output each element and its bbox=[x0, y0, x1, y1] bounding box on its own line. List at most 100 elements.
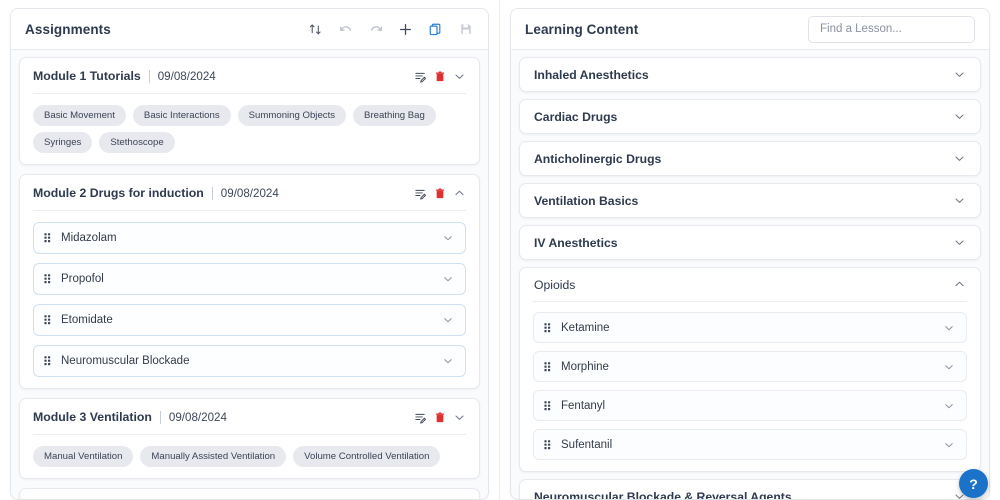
chevron-down-icon[interactable] bbox=[442, 355, 454, 367]
category-label: Anticholinergic Drugs bbox=[534, 151, 662, 166]
lesson-chip[interactable]: Basic Interactions bbox=[132, 105, 231, 126]
lesson-search-box[interactable] bbox=[808, 15, 975, 43]
chevron-down-icon[interactable] bbox=[953, 152, 966, 165]
module-card: Module 4 Intubation & Fentanyl09/08/2024 bbox=[19, 488, 480, 499]
category-header[interactable]: Cardiac Drugs bbox=[520, 100, 980, 133]
module-divider bbox=[211, 186, 213, 200]
chip-list: Basic Movement Basic Interactions Summonin… bbox=[33, 105, 466, 153]
assignments-panel: Assignments Module 1 Tutorials 09/08/202… bbox=[0, 0, 500, 500]
chevron-down-icon[interactable] bbox=[953, 236, 966, 249]
drag-handle-icon[interactable] bbox=[543, 322, 554, 334]
edit-list-icon[interactable] bbox=[414, 187, 427, 200]
module-divider bbox=[159, 410, 161, 424]
modules-list: Module 1 Tutorials 09/08/2024 Basic Moveme… bbox=[19, 57, 480, 499]
assignments-scroll[interactable]: Module 1 Tutorials 09/08/2024 Basic Moveme… bbox=[11, 50, 488, 499]
chip-list: Manual Ventilation Manually Assisted Vent… bbox=[33, 446, 466, 467]
lesson-chip[interactable]: Manually Assisted Ventilation bbox=[140, 446, 287, 467]
lesson-chip[interactable]: Stethoscope bbox=[99, 132, 175, 153]
category-item: Inhaled Anesthetics bbox=[519, 57, 981, 92]
lesson-row[interactable]: Midazolam bbox=[33, 222, 466, 254]
lesson-row[interactable]: Neuromuscular Blockade bbox=[33, 345, 466, 377]
chevron-up-icon[interactable] bbox=[953, 278, 966, 291]
chevron-down-icon[interactable] bbox=[953, 68, 966, 81]
chevron-down-icon[interactable] bbox=[442, 232, 454, 244]
category-item: Opioids Ketamine Morphine Fentanyl Sufentani… bbox=[519, 267, 981, 472]
category-header[interactable]: Opioids bbox=[520, 268, 980, 301]
edit-list-icon[interactable] bbox=[414, 70, 427, 83]
chevron-down-icon[interactable] bbox=[943, 400, 955, 412]
lesson-chip[interactable]: Summoning Objects bbox=[237, 105, 347, 126]
category-header[interactable]: Anticholinergic Drugs bbox=[520, 142, 980, 175]
category-item: Neuromuscular Blockade & Reversal Agents bbox=[519, 479, 981, 499]
lesson-row[interactable]: Etomidate bbox=[33, 304, 466, 336]
category-header[interactable]: Neuromuscular Blockade & Reversal Agents bbox=[520, 480, 980, 499]
categories-list: Inhaled Anesthetics Cardiac Drugs Antichol… bbox=[519, 57, 981, 499]
module-actions bbox=[414, 70, 466, 83]
module-card: Module 3 Ventilation 09/08/2024 Manual Ven… bbox=[19, 398, 480, 479]
lesson-row[interactable]: Ketamine bbox=[533, 312, 967, 343]
lesson-row[interactable]: Sufentanil bbox=[533, 429, 967, 460]
chevron-down-icon[interactable] bbox=[453, 411, 466, 424]
chevron-down-icon[interactable] bbox=[943, 322, 955, 334]
lesson-chip[interactable]: Volume Controlled Ventilation bbox=[293, 446, 441, 467]
lesson-label: Ketamine bbox=[561, 321, 610, 334]
undo-icon[interactable] bbox=[337, 21, 354, 38]
learning-content-title: Learning Content bbox=[525, 21, 639, 37]
category-body: Ketamine Morphine Fentanyl Sufentanil bbox=[533, 301, 967, 471]
chevron-down-icon[interactable] bbox=[943, 361, 955, 373]
lesson-row[interactable]: Morphine bbox=[533, 351, 967, 382]
delete-icon[interactable] bbox=[434, 187, 446, 200]
drag-handle-icon[interactable] bbox=[43, 273, 54, 285]
category-label: Neuromuscular Blockade & Reversal Agents bbox=[534, 489, 792, 500]
module-header[interactable]: Module 2 Drugs for induction 09/08/2024 bbox=[20, 175, 479, 210]
delete-icon[interactable] bbox=[434, 70, 446, 83]
lesson-row[interactable]: Propofol bbox=[33, 263, 466, 295]
category-label: Opioids bbox=[534, 277, 576, 292]
lesson-chip[interactable]: Basic Movement bbox=[33, 105, 126, 126]
sort-icon[interactable] bbox=[307, 21, 324, 38]
chevron-down-icon[interactable] bbox=[953, 194, 966, 207]
search-input[interactable] bbox=[820, 23, 963, 35]
chevron-down-icon[interactable] bbox=[953, 110, 966, 123]
redo-icon[interactable] bbox=[367, 21, 384, 38]
assignments-title: Assignments bbox=[25, 21, 111, 37]
edit-list-icon[interactable] bbox=[414, 411, 427, 424]
module-lesson-body: Midazolam Propofol Etomidate Neuromuscular … bbox=[33, 210, 466, 388]
module-header[interactable]: Module 1 Tutorials 09/08/2024 bbox=[20, 58, 479, 93]
chevron-down-icon[interactable] bbox=[453, 70, 466, 83]
category-header[interactable]: IV Anesthetics bbox=[520, 226, 980, 259]
drag-handle-icon[interactable] bbox=[43, 355, 54, 367]
module-actions bbox=[414, 411, 466, 424]
module-card: Module 2 Drugs for induction 09/08/2024 Mi… bbox=[19, 174, 480, 389]
assignments-toolbar bbox=[307, 21, 474, 38]
help-button[interactable]: ? bbox=[959, 469, 988, 498]
add-icon[interactable] bbox=[397, 21, 414, 38]
chevron-down-icon[interactable] bbox=[943, 439, 955, 451]
delete-icon[interactable] bbox=[434, 411, 446, 424]
drag-handle-icon[interactable] bbox=[43, 314, 54, 326]
module-header[interactable]: Module 3 Ventilation 09/08/2024 bbox=[20, 399, 479, 434]
lesson-label: Midazolam bbox=[61, 232, 117, 244]
module-header[interactable]: Module 4 Intubation & Fentanyl09/08/2024 bbox=[20, 489, 479, 499]
drag-handle-icon[interactable] bbox=[43, 232, 54, 244]
drag-handle-icon[interactable] bbox=[543, 400, 554, 412]
lesson-chip[interactable]: Manual Ventilation bbox=[33, 446, 134, 467]
lesson-chip[interactable]: Breathing Bag bbox=[353, 105, 436, 126]
app-root: Assignments Module 1 Tutorials 09/08/202… bbox=[0, 0, 1000, 500]
save-icon[interactable] bbox=[457, 21, 474, 38]
module-name: Module 3 Ventilation bbox=[33, 410, 152, 424]
lesson-chip[interactable]: Syringes bbox=[33, 132, 93, 153]
chevron-down-icon[interactable] bbox=[442, 273, 454, 285]
chevron-up-icon[interactable] bbox=[453, 187, 466, 200]
lesson-label: Etomidate bbox=[61, 314, 113, 326]
category-header[interactable]: Ventilation Basics bbox=[520, 184, 980, 217]
drag-handle-icon[interactable] bbox=[543, 439, 554, 451]
category-header[interactable]: Inhaled Anesthetics bbox=[520, 58, 980, 91]
lesson-row[interactable]: Fentanyl bbox=[533, 390, 967, 421]
drag-handle-icon[interactable] bbox=[543, 361, 554, 373]
learning-content-scroll[interactable]: Inhaled Anesthetics Cardiac Drugs Antichol… bbox=[511, 50, 989, 499]
duplicate-icon[interactable] bbox=[427, 21, 444, 38]
chevron-down-icon[interactable] bbox=[442, 314, 454, 326]
module-chip-body: Basic Movement Basic Interactions Summonin… bbox=[33, 93, 466, 164]
module-actions bbox=[414, 187, 466, 200]
